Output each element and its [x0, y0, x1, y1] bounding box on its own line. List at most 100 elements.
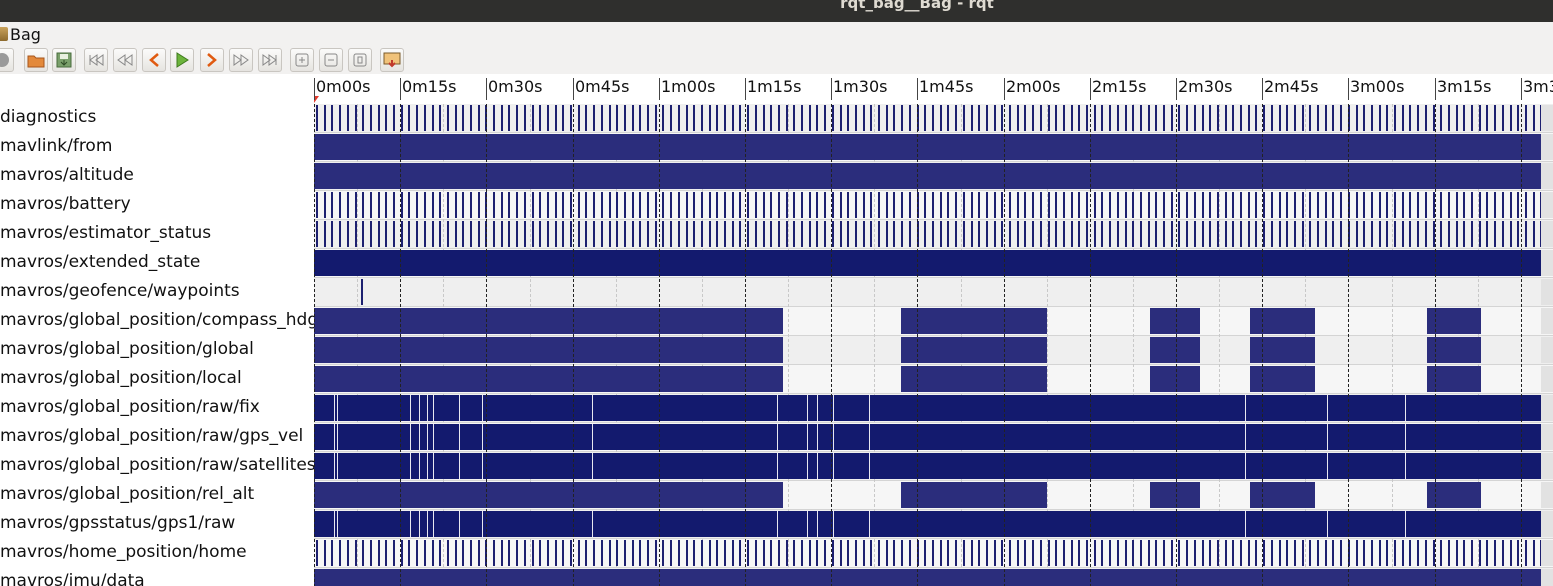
message-mark: [1510, 192, 1512, 218]
message-mark: [994, 540, 996, 566]
message-mark: [501, 221, 503, 247]
message-mark: [1101, 221, 1103, 247]
topic-label[interactable]: mavros/geofence/waypoints: [0, 277, 240, 306]
bag-end-region: [1541, 163, 1553, 189]
message-mark: [1325, 540, 1327, 566]
rewind-button[interactable]: [113, 48, 137, 72]
topic-label[interactable]: mavros/global_position/raw/satellites: [0, 451, 314, 480]
zoom-reset-button[interactable]: [348, 48, 372, 72]
message-block: [1250, 482, 1315, 508]
topic-label[interactable]: mavros/battery: [0, 190, 131, 219]
message-mark: [1417, 105, 1419, 131]
message-mark: [493, 192, 495, 218]
message-mark: [647, 192, 649, 218]
topic-label[interactable]: mavros/imu/data: [0, 567, 145, 586]
message-gap: [1405, 424, 1406, 450]
message-block: [314, 308, 783, 334]
timeline-view[interactable]: 0m00s 0m15s 0m30s 0m45s 1m00s 1m15s 1m30s 1m45s…: [314, 74, 1553, 586]
message-mark: [1409, 105, 1411, 131]
message-mark: [508, 540, 510, 566]
message-mark: [578, 221, 580, 247]
topic-label[interactable]: mavros/estimator_status: [0, 219, 211, 248]
zoom-out-button[interactable]: [319, 48, 343, 72]
topic-label[interactable]: mavros/home_position/home: [0, 538, 247, 567]
message-gap: [1327, 453, 1328, 479]
thumbnails-button[interactable]: [380, 48, 404, 72]
message-mark: [932, 192, 934, 218]
message-mark: [1117, 540, 1119, 566]
play-button[interactable]: [170, 48, 194, 72]
message-mark: [763, 105, 765, 131]
message-mark: [1163, 540, 1165, 566]
message-gap: [419, 395, 420, 421]
message-mark: [1309, 221, 1311, 247]
message-mark: [747, 221, 749, 247]
play-forward-step-button[interactable]: [200, 48, 224, 72]
message-mark: [955, 221, 957, 247]
message-mark: [1248, 221, 1250, 247]
message-mark: [462, 105, 464, 131]
topic-label[interactable]: mavros/global_position/rel_alt: [0, 480, 254, 509]
bag-menu[interactable]: Bag: [0, 24, 41, 44]
message-gap: [427, 424, 428, 450]
topic-label[interactable]: mavros/gpsstatus/gps1/raw: [0, 509, 235, 538]
message-mark: [747, 540, 749, 566]
message-mark: [809, 221, 811, 247]
message-mark: [1001, 221, 1003, 247]
folder-open-icon: [27, 52, 45, 68]
topic-label[interactable]: mavros/global_position/compass_hdg: [0, 306, 314, 335]
message-mark: [747, 192, 749, 218]
topic-label[interactable]: mavros/global_position/global: [0, 335, 254, 364]
message-mark: [778, 221, 780, 247]
topic-label[interactable]: mavlink/from: [0, 132, 112, 161]
message-mark: [432, 221, 434, 247]
message-mark: [1248, 192, 1250, 218]
message-mark: [924, 221, 926, 247]
go-to-start-button[interactable]: [84, 48, 108, 72]
topic-label[interactable]: mavros/global_position/raw/fix: [0, 393, 260, 422]
message-mark: [1463, 105, 1465, 131]
message-mark: [1394, 221, 1396, 247]
message-mark: [455, 540, 457, 566]
zoom-in-button[interactable]: [290, 48, 314, 72]
topic-label[interactable]: mavros/altitude: [0, 161, 134, 190]
go-to-end-button[interactable]: [258, 48, 282, 72]
message-mark: [1525, 105, 1527, 131]
message-mark: [1263, 105, 1265, 131]
message-mark: [516, 192, 518, 218]
topic-row[interactable]: [314, 278, 1553, 307]
message-mark: [832, 105, 834, 131]
fast-forward-button[interactable]: [229, 48, 253, 72]
bag-end-region: [1541, 540, 1553, 566]
message-mark: [878, 105, 880, 131]
play-backward-button[interactable]: [142, 48, 166, 72]
thumbnails-icon: [383, 52, 401, 68]
topic-label[interactable]: mavros/extended_state: [0, 248, 200, 277]
message-mark: [1525, 221, 1527, 247]
message-mark: [355, 221, 357, 247]
message-mark: [1217, 221, 1219, 247]
save-bag-button[interactable]: [52, 48, 76, 72]
message-mark: [1425, 221, 1427, 247]
message-mark: [886, 105, 888, 131]
message-mark: [1009, 192, 1011, 218]
message-block: [314, 453, 1541, 479]
message-mark: [1001, 105, 1003, 131]
message-mark: [678, 540, 680, 566]
message-mark: [763, 540, 765, 566]
topic-label[interactable]: diagnostics: [0, 103, 96, 132]
topic-label[interactable]: mavros/global_position/raw/gps_vel: [0, 422, 303, 451]
topic-label[interactable]: mavros/global_position/local: [0, 364, 242, 393]
message-mark: [840, 540, 842, 566]
message-mark: [1386, 221, 1388, 247]
message-mark: [709, 105, 711, 131]
message-mark: [701, 221, 703, 247]
message-mark: [639, 105, 641, 131]
playback-toolbar: [0, 46, 1553, 74]
record-button[interactable]: [0, 48, 14, 72]
message-mark: [455, 105, 457, 131]
message-block: [314, 395, 1541, 421]
load-bag-button[interactable]: [24, 48, 48, 72]
message-mark: [585, 221, 587, 247]
message-mark: [1517, 221, 1519, 247]
